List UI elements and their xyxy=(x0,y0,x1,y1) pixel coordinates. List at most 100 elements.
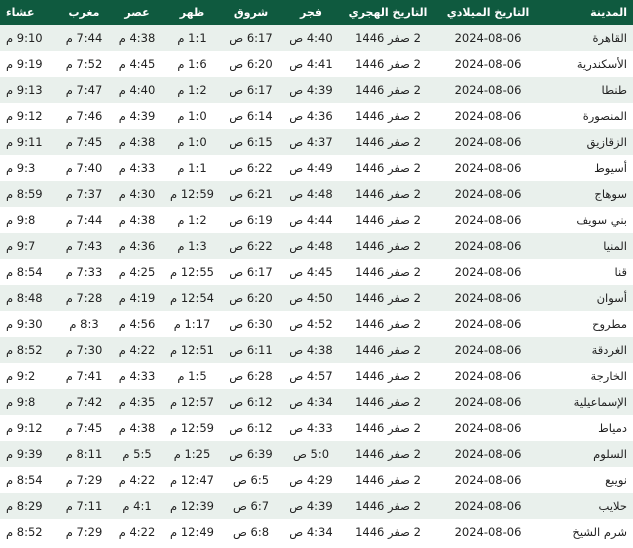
gregorian-date-cell: 2024-08-06 xyxy=(436,285,540,311)
city-cell: مطروح xyxy=(540,311,633,337)
fajr-cell: 4:39 ص xyxy=(282,493,340,519)
fajr-cell: 4:34 ص xyxy=(282,389,340,415)
gregorian-date-cell: 2024-08-06 xyxy=(436,207,540,233)
isha-cell: 8:48 م xyxy=(0,285,58,311)
dhuhr-cell: 12:47 م xyxy=(164,467,220,493)
asr-cell: 4:40 م xyxy=(110,77,164,103)
hijri-date-cell: 2 صفر 1446 xyxy=(340,441,436,467)
hijri-date-cell: 2 صفر 1446 xyxy=(340,311,436,337)
maghrib-cell: 8:3 م xyxy=(58,311,110,337)
table-body: القاهرة 2024-08-06 2 صفر 1446 4:40 ص 6:17 ص1… xyxy=(0,25,633,545)
gregorian-date-cell: 2024-08-06 xyxy=(436,337,540,363)
asr-cell: 4:19 م xyxy=(110,285,164,311)
city-cell: شرم الشيخ xyxy=(540,519,633,545)
dhuhr-cell: 12:59 م xyxy=(164,181,220,207)
dhuhr-cell: 1:1 م xyxy=(164,155,220,181)
table-row: الأسكندرية 2024-08-06 2 صفر 1446 4:41 ص 6:20… xyxy=(0,51,633,77)
gregorian-date-cell: 2024-08-06 xyxy=(436,25,540,51)
header-city: المدينة xyxy=(540,0,633,25)
hijri-date-cell: 2 صفر 1446 xyxy=(340,259,436,285)
maghrib-cell: 7:52 م xyxy=(58,51,110,77)
maghrib-cell: 7:29 م xyxy=(58,519,110,545)
fajr-cell: 4:36 ص xyxy=(282,103,340,129)
city-cell: طنطا xyxy=(540,77,633,103)
sunrise-cell: 6:28 ص xyxy=(220,363,282,389)
hijri-date-cell: 2 صفر 1446 xyxy=(340,233,436,259)
sunrise-cell: 6:5 ص xyxy=(220,467,282,493)
table-header-row: المدينة التاريخ الميلادي التاريخ الهجري … xyxy=(0,0,633,25)
gregorian-date-cell: 2024-08-06 xyxy=(436,441,540,467)
maghrib-cell: 7:43 م xyxy=(58,233,110,259)
table-row: طنطا 2024-08-06 2 صفر 1446 4:39 ص 6:17 ص 1:2 … xyxy=(0,77,633,103)
isha-cell: 9:7 م xyxy=(0,233,58,259)
hijri-date-cell: 2 صفر 1446 xyxy=(340,467,436,493)
dhuhr-cell: 12:49 م xyxy=(164,519,220,545)
isha-cell: 9:19 م xyxy=(0,51,58,77)
asr-cell: 4:1 م xyxy=(110,493,164,519)
dhuhr-cell: 12:59 م xyxy=(164,415,220,441)
hijri-date-cell: 2 صفر 1446 xyxy=(340,493,436,519)
dhuhr-cell: 1:1 م xyxy=(164,25,220,51)
dhuhr-cell: 12:57 م xyxy=(164,389,220,415)
gregorian-date-cell: 2024-08-06 xyxy=(436,155,540,181)
table-row: نويبع 2024-08-06 2 صفر 1446 4:29 ص 6:5 ص 12:4… xyxy=(0,467,633,493)
gregorian-date-cell: 2024-08-06 xyxy=(436,51,540,77)
isha-cell: 9:8 م xyxy=(0,389,58,415)
isha-cell: 9:8 م xyxy=(0,207,58,233)
maghrib-cell: 7:11 م xyxy=(58,493,110,519)
city-cell: القاهرة xyxy=(540,25,633,51)
isha-cell: 8:29 م xyxy=(0,493,58,519)
asr-cell: 4:25 م xyxy=(110,259,164,285)
gregorian-date-cell: 2024-08-06 xyxy=(436,103,540,129)
gregorian-date-cell: 2024-08-06 xyxy=(436,233,540,259)
header-asr: عصر xyxy=(110,0,164,25)
sunrise-cell: 6:30 ص xyxy=(220,311,282,337)
hijri-date-cell: 2 صفر 1446 xyxy=(340,51,436,77)
city-cell: الخارجة xyxy=(540,363,633,389)
dhuhr-cell: 1:3 م xyxy=(164,233,220,259)
sunrise-cell: 6:39 ص xyxy=(220,441,282,467)
dhuhr-cell: 1:6 م xyxy=(164,51,220,77)
hijri-date-cell: 2 صفر 1446 xyxy=(340,207,436,233)
gregorian-date-cell: 2024-08-06 xyxy=(436,415,540,441)
sunrise-cell: 6:14 ص xyxy=(220,103,282,129)
maghrib-cell: 7:29 م xyxy=(58,467,110,493)
gregorian-date-cell: 2024-08-06 xyxy=(436,311,540,337)
fajr-cell: 4:39 ص xyxy=(282,77,340,103)
maghrib-cell: 7:33 م xyxy=(58,259,110,285)
sunrise-cell: 6:20 ص xyxy=(220,285,282,311)
isha-cell: 8:54 م xyxy=(0,467,58,493)
sunrise-cell: 6:7 ص xyxy=(220,493,282,519)
asr-cell: 4:22 م xyxy=(110,467,164,493)
maghrib-cell: 7:47 م xyxy=(58,77,110,103)
city-cell: نويبع xyxy=(540,467,633,493)
asr-cell: 4:35 م xyxy=(110,389,164,415)
city-cell: أسوان xyxy=(540,285,633,311)
table-row: بني سويف 2024-08-06 2 صفر 1446 4:44 ص 6:19 ص… xyxy=(0,207,633,233)
hijri-date-cell: 2 صفر 1446 xyxy=(340,415,436,441)
hijri-date-cell: 2 صفر 1446 xyxy=(340,363,436,389)
city-cell: الإسماعيلية xyxy=(540,389,633,415)
sunrise-cell: 6:12 ص xyxy=(220,389,282,415)
table-row: دمياط 2024-08-06 2 صفر 1446 4:33 ص 6:12 ص 12:… xyxy=(0,415,633,441)
fajr-cell: 4:49 ص xyxy=(282,155,340,181)
dhuhr-cell: 12:51 م xyxy=(164,337,220,363)
fajr-cell: 4:52 ص xyxy=(282,311,340,337)
dhuhr-cell: 1:0 م xyxy=(164,129,220,155)
city-cell: السلوم xyxy=(540,441,633,467)
table-row: حلايب 2024-08-06 2 صفر 1446 4:39 ص 6:7 ص 12:3… xyxy=(0,493,633,519)
dhuhr-cell: 12:54 م xyxy=(164,285,220,311)
header-hijri-date: التاريخ الهجري xyxy=(340,0,436,25)
header-isha: عشاء xyxy=(0,0,58,25)
isha-cell: 8:59 م xyxy=(0,181,58,207)
sunrise-cell: 6:17 ص xyxy=(220,25,282,51)
hijri-date-cell: 2 صفر 1446 xyxy=(340,129,436,155)
hijri-date-cell: 2 صفر 1446 xyxy=(340,337,436,363)
maghrib-cell: 7:44 م xyxy=(58,207,110,233)
asr-cell: 4:36 م xyxy=(110,233,164,259)
maghrib-cell: 7:45 م xyxy=(58,415,110,441)
hijri-date-cell: 2 صفر 1446 xyxy=(340,285,436,311)
gregorian-date-cell: 2024-08-06 xyxy=(436,363,540,389)
city-cell: الغردقة xyxy=(540,337,633,363)
isha-cell: 9:12 م xyxy=(0,415,58,441)
